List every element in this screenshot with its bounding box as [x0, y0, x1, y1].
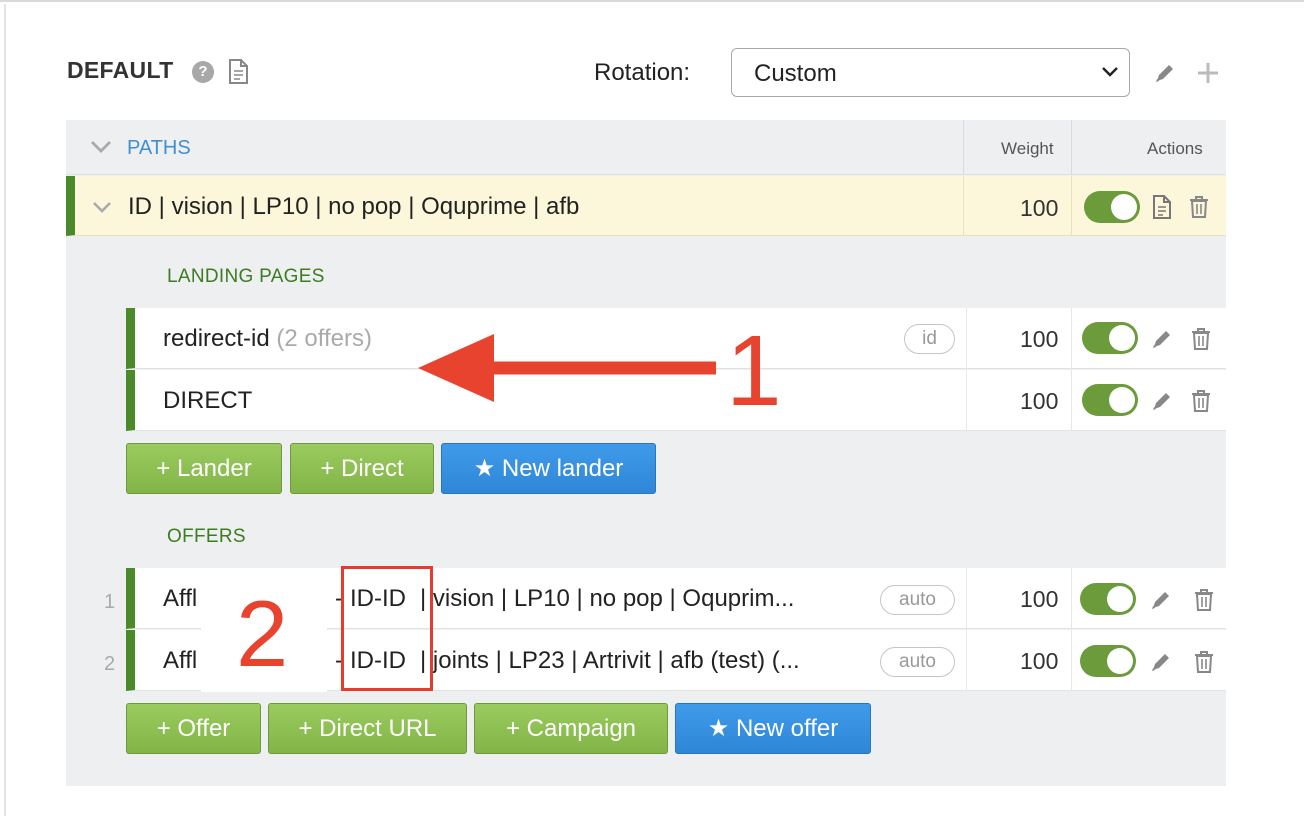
- rotation-label: Rotation:: [594, 59, 691, 86]
- frame-top-border: [0, 0, 1304, 4]
- new-offer-label: New offer: [735, 715, 839, 742]
- chevron-down-icon[interactable]: [92, 200, 112, 219]
- offer-name-start: Affl: [163, 585, 198, 612]
- lander-offer-count: (2 offers): [276, 325, 372, 352]
- lander-toggle[interactable]: [1082, 322, 1138, 354]
- star-icon: ★: [473, 455, 496, 482]
- path-toggle[interactable]: [1084, 191, 1140, 223]
- lander-name: DIRECT: [163, 387, 253, 414]
- highlight-box: [341, 566, 433, 691]
- new-offer-button[interactable]: ★ New offer: [675, 703, 871, 754]
- row-divider: [966, 568, 967, 629]
- lander-weight[interactable]: 100: [1020, 326, 1058, 353]
- offer-name-rest: | joints | LP23 | Artrivit | afb (test) …: [420, 647, 800, 674]
- trash-icon[interactable]: [1188, 195, 1210, 224]
- trash-icon[interactable]: [1190, 389, 1212, 418]
- row-divider: [1071, 308, 1072, 369]
- rotation-select-value: Custom: [754, 60, 837, 87]
- lander-toggle[interactable]: [1082, 384, 1138, 416]
- offer-tag: auto: [880, 647, 955, 677]
- row-divider: [966, 630, 967, 691]
- row-divider: [1071, 568, 1072, 629]
- add-direct-url-button[interactable]: + Direct URL: [268, 703, 467, 754]
- lander-name: redirect-id (2 offers): [163, 325, 372, 353]
- copy-icon[interactable]: [226, 58, 252, 91]
- row-divider: [1071, 630, 1072, 691]
- row-divider: [966, 308, 967, 369]
- offer-toggle[interactable]: [1080, 583, 1136, 615]
- chevron-down-icon: [1101, 65, 1119, 84]
- help-icon[interactable]: ?: [192, 61, 214, 83]
- red-arrow-icon: [416, 330, 726, 413]
- trash-icon[interactable]: [1193, 650, 1215, 679]
- pencil-icon[interactable]: [1150, 327, 1174, 356]
- paths-link[interactable]: PATHS: [127, 137, 191, 160]
- frame-left-border: [4, 4, 6, 816]
- lander-name-text: redirect-id: [163, 325, 270, 352]
- offer-weight[interactable]: 100: [1020, 586, 1058, 613]
- plus-icon[interactable]: [1196, 61, 1220, 90]
- add-campaign-button[interactable]: + Campaign: [474, 703, 668, 754]
- row-divider: [966, 370, 967, 431]
- landing-pages-label: LANDING PAGES: [167, 266, 325, 287]
- offer-toggle[interactable]: [1080, 645, 1136, 677]
- row-divider: [963, 176, 964, 236]
- add-offer-button[interactable]: + Offer: [126, 703, 261, 754]
- offer-name-start: Affl: [163, 647, 198, 674]
- star-icon: ★: [707, 715, 730, 742]
- pencil-icon[interactable]: [1149, 588, 1173, 617]
- path-name: ID | vision | LP10 | no pop | Oquprime |…: [128, 193, 580, 220]
- weight-column-header: Weight: [1001, 139, 1054, 158]
- group-title: DEFAULT: [67, 57, 174, 83]
- annotation-label-1: 1: [726, 315, 782, 427]
- offer-number: 2: [104, 653, 116, 675]
- chevron-down-icon[interactable]: [90, 139, 112, 160]
- offer-name-rest: | vision | LP10 | no pop | Oquprim...: [420, 585, 795, 612]
- trash-icon[interactable]: [1193, 588, 1215, 617]
- offers-label: OFFERS: [167, 526, 246, 547]
- annotation-label-2: 2: [236, 581, 289, 686]
- pencil-icon[interactable]: [1153, 61, 1177, 90]
- offer-weight[interactable]: 100: [1020, 648, 1058, 675]
- lander-tag: id: [904, 324, 955, 354]
- header-divider: [1071, 120, 1072, 175]
- offer-number: 1: [104, 591, 116, 613]
- path-weight[interactable]: 100: [1020, 195, 1058, 222]
- add-direct-button[interactable]: + Direct: [290, 443, 434, 494]
- new-lander-button[interactable]: ★ New lander: [441, 443, 656, 494]
- pencil-icon[interactable]: [1149, 650, 1173, 679]
- row-divider: [1071, 176, 1072, 236]
- new-lander-label: New lander: [501, 455, 624, 482]
- rotation-select[interactable]: Custom: [731, 48, 1130, 97]
- copy-icon[interactable]: [1151, 193, 1175, 226]
- header-divider: [963, 120, 964, 175]
- add-lander-button[interactable]: + Lander: [126, 443, 282, 494]
- lander-weight[interactable]: 100: [1020, 388, 1058, 415]
- pencil-icon[interactable]: [1150, 389, 1174, 418]
- actions-column-header: Actions: [1147, 139, 1203, 158]
- offer-tag: auto: [880, 585, 955, 615]
- row-divider: [1071, 370, 1072, 431]
- trash-icon[interactable]: [1190, 327, 1212, 356]
